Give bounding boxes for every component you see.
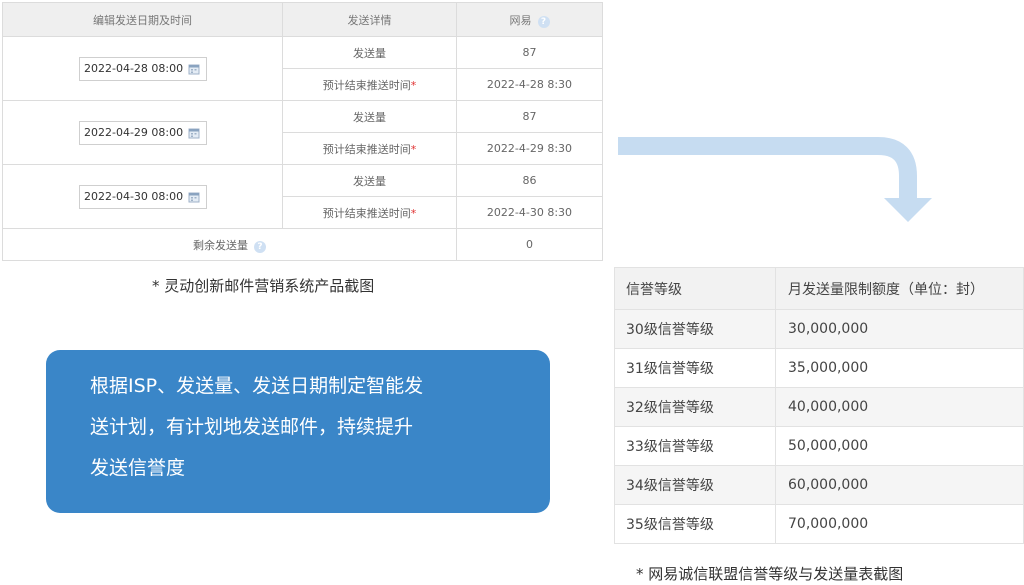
header-level: 信誉等级 bbox=[614, 267, 776, 310]
level-cell: 30级信誉等级 bbox=[614, 309, 776, 349]
table-row: 32级信誉等级 40,000,000 bbox=[614, 387, 1024, 427]
table-row: 31级信誉等级 35,000,000 bbox=[614, 348, 1024, 388]
limit-cell: 35,000,000 bbox=[775, 348, 1024, 388]
level-cell: 35级信誉等级 bbox=[614, 504, 776, 544]
caption-reputation-screenshot: * 网易诚信联盟信誉等级与发送量表截图 bbox=[636, 565, 904, 583]
table-row: 33级信誉等级 50,000,000 bbox=[614, 426, 1024, 466]
header-limit: 月发送量限制额度（单位：封） bbox=[775, 267, 1024, 310]
limit-cell: 70,000,000 bbox=[775, 504, 1024, 544]
level-cell: 33级信誉等级 bbox=[614, 426, 776, 466]
table-row: 35级信誉等级 70,000,000 bbox=[614, 504, 1024, 544]
level-cell: 32级信誉等级 bbox=[614, 387, 776, 427]
reputation-limit-table: 信誉等级 月发送量限制额度（单位：封） 30级信誉等级 30,000,000 3… bbox=[614, 267, 1024, 544]
level-cell: 31级信誉等级 bbox=[614, 348, 776, 388]
table-row: 34级信誉等级 60,000,000 bbox=[614, 465, 1024, 505]
table-row: 30级信誉等级 30,000,000 bbox=[614, 309, 1024, 349]
level-cell: 34级信誉等级 bbox=[614, 465, 776, 505]
limit-cell: 30,000,000 bbox=[775, 309, 1024, 349]
limit-cell: 40,000,000 bbox=[775, 387, 1024, 427]
limit-cell: 60,000,000 bbox=[775, 465, 1024, 505]
limit-cell: 50,000,000 bbox=[775, 426, 1024, 466]
